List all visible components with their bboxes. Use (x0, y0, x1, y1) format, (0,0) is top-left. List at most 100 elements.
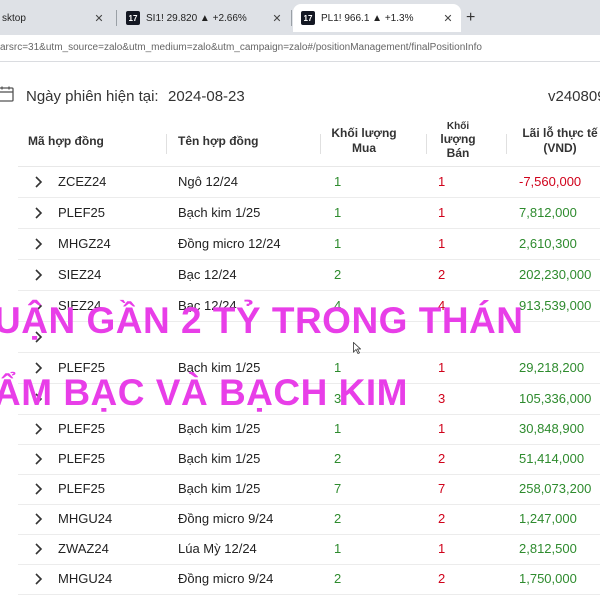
sell-volume: 1 (438, 360, 446, 375)
realized-pnl: 30,848,900 (519, 421, 585, 436)
contract-code: SIEZ24 (58, 267, 102, 282)
contract-name: Bạc 12/24 (178, 267, 237, 282)
sell-volume: 2 (438, 571, 446, 586)
contract-code: MHGU24 (58, 571, 113, 586)
contract-code: MHGZ24 (58, 236, 111, 251)
realized-pnl: 7,812,000 (519, 205, 577, 220)
sell-volume: 1 (438, 205, 446, 220)
realized-pnl: 202,230,000 (519, 267, 592, 282)
browser-tab-desktop[interactable]: sktop ✕ (0, 4, 112, 32)
chevron-right-icon[interactable] (32, 512, 44, 526)
chevron-right-icon[interactable] (32, 175, 44, 189)
tab-close-icon[interactable]: ✕ (441, 12, 455, 25)
chevron-right-icon[interactable] (32, 482, 44, 496)
chevron-right-icon[interactable] (32, 422, 44, 436)
header-buy-volume[interactable]: Khối lượng Mua (324, 126, 404, 156)
realized-pnl: 105,336,000 (519, 391, 592, 406)
buy-volume: 2 (334, 571, 342, 586)
browser-tab-bar: sktop ✕ 17 SI1! 29.820 ▲ +2.66% ✕ 17 PL1… (0, 0, 600, 35)
header-contract-code[interactable]: Mã hợp đồng (28, 134, 104, 149)
buy-volume: 2 (334, 267, 342, 282)
contract-code: MHGU24 (58, 511, 113, 526)
mouse-cursor-icon (353, 342, 361, 354)
contract-code: ZWAZ24 (58, 541, 109, 556)
header-divider (426, 134, 427, 154)
contract-name: Đồng micro 9/24 (178, 571, 274, 586)
table-row[interactable]: SIEZ24 Bạc 12/24 2 2 202,230,000 (18, 260, 600, 291)
header-contract-name[interactable]: Tên hợp đồng (178, 134, 259, 149)
version-label: v240809 (548, 88, 600, 105)
contract-name: Ngô 12/24 (178, 174, 238, 189)
chevron-right-icon[interactable] (32, 206, 44, 220)
contract-name: Bạch kim 1/25 (178, 421, 261, 436)
sell-volume: 1 (438, 541, 446, 556)
chevron-right-icon[interactable] (32, 237, 44, 251)
tab-title: sktop (2, 12, 26, 24)
address-bar[interactable]: arsrc=31&utm_source=zalo&utm_medium=zalo… (0, 35, 600, 62)
tab-separator (116, 10, 117, 26)
contract-name: Bạch kim 1/25 (178, 481, 261, 496)
sell-volume: 2 (438, 267, 446, 282)
overlay-caption-line1: UẬN GẦN 2 TỶ TRONG THÁN (0, 300, 524, 341)
realized-pnl: -7,560,000 (519, 174, 582, 189)
sell-volume: 3 (438, 391, 446, 406)
tab-separator (291, 10, 292, 26)
buy-volume: 1 (334, 421, 342, 436)
table-row[interactable]: PLEF25 Bạch kim 1/25 1 1 7,812,000 (18, 198, 600, 229)
chevron-right-icon[interactable] (32, 542, 44, 556)
calendar-icon (0, 86, 14, 102)
browser-tab-si1[interactable]: 17 SI1! 29.820 ▲ +2.66% ✕ (118, 4, 290, 32)
header-sell-volume[interactable]: Khối lượng Bán (430, 121, 486, 160)
buy-volume: 2 (334, 511, 342, 526)
realized-pnl: 51,414,000 (519, 451, 585, 466)
table-row[interactable]: ZWAZ24 Lúa Mỳ 12/24 1 1 2,812,500 (18, 534, 600, 565)
tab-close-icon[interactable]: ✕ (270, 12, 284, 25)
contract-code: PLEF25 (58, 205, 105, 220)
new-tab-button[interactable]: + (466, 9, 475, 27)
table-header: Mã hợp đồng Tên hợp đồng Khối lượng Mua … (18, 121, 600, 167)
realized-pnl: 913,539,000 (519, 298, 592, 313)
tab-title: PL1! 966.1 ▲ +1.3% (321, 12, 414, 24)
table-row[interactable]: MHGU24 Đồng micro 9/24 2 2 1,247,000 (18, 504, 600, 535)
session-date-value: 2024-08-23 (168, 88, 245, 105)
browser-tab-pl1[interactable]: 17 PL1! 966.1 ▲ +1.3% ✕ (293, 4, 461, 32)
table-row[interactable]: PLEF25 Bạch kim 1/25 2 2 51,414,000 (18, 444, 600, 475)
header-realized-pnl[interactable]: Lãi lỗ thực tế (VND) (510, 126, 600, 156)
session-bar: Ngày phiên hiện tại: 2024-08-23 v240809 (0, 84, 600, 112)
sell-volume: 1 (438, 421, 446, 436)
contract-code: PLEF25 (58, 451, 105, 466)
header-buy-line1: Khối lượng (331, 126, 397, 140)
table-row[interactable]: PLEF25 Bạch kim 1/25 7 7 258,073,200 (18, 474, 600, 505)
header-pnl-line2: (VND) (543, 141, 577, 155)
table-row[interactable]: MHGZ24 Đồng micro 12/24 1 1 2,610,300 (18, 229, 600, 260)
tradingview-icon: 17 (126, 11, 140, 25)
buy-volume: 1 (334, 174, 342, 189)
header-sell-line1: Khối (446, 121, 470, 132)
chevron-right-icon[interactable] (32, 268, 44, 282)
header-sell-line3: Bán (446, 146, 470, 160)
header-divider (166, 134, 167, 154)
tab-close-icon[interactable]: ✕ (92, 12, 106, 25)
tradingview-icon: 17 (301, 11, 315, 25)
buy-volume: 1 (334, 205, 342, 220)
header-pnl-line1: Lãi lỗ thực tế (522, 126, 598, 140)
realized-pnl: 1,750,000 (519, 571, 577, 586)
contract-code: PLEF25 (58, 481, 105, 496)
chevron-right-icon[interactable] (32, 572, 44, 586)
contract-code: ZCEZ24 (58, 174, 107, 189)
table-row[interactable]: MHGU24 Đồng micro 9/24 2 2 1,750,000 (18, 564, 600, 595)
buy-volume: 1 (334, 541, 342, 556)
table-row[interactable]: PLEF25 Bạch kim 1/25 1 1 30,848,900 (18, 414, 600, 445)
sell-volume: 2 (438, 451, 446, 466)
realized-pnl: 1,247,000 (519, 511, 577, 526)
sell-volume: 1 (438, 236, 446, 251)
chevron-right-icon[interactable] (32, 452, 44, 466)
table-row[interactable]: ZCEZ24 Ngô 12/24 1 1 -7,560,000 (18, 167, 600, 198)
buy-volume: 1 (334, 236, 342, 251)
contract-name: Bạch kim 1/25 (178, 451, 261, 466)
tab-title: SI1! 29.820 ▲ +2.66% (146, 12, 247, 24)
sell-volume: 2 (438, 511, 446, 526)
contract-code: PLEF25 (58, 421, 105, 436)
realized-pnl: 29,218,200 (519, 360, 585, 375)
header-divider (320, 134, 321, 154)
